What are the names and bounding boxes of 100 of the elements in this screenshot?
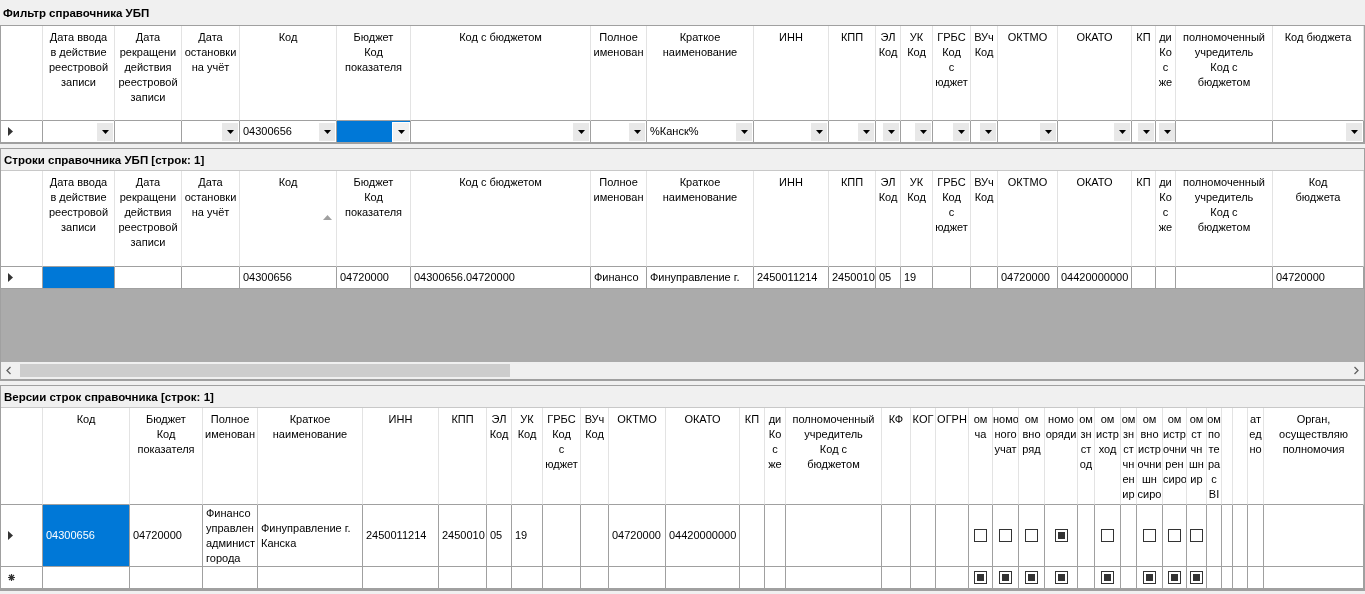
column-header[interactable]: Бюджет Код показателя: [337, 171, 411, 267]
column-header[interactable]: ИНН: [754, 171, 829, 267]
checkbox[interactable]: [1025, 571, 1038, 584]
checkbox[interactable]: [1190, 529, 1203, 542]
column-header[interactable]: ИНН: [754, 26, 829, 121]
row-header[interactable]: [1, 567, 43, 589]
column-header[interactable]: ОКАТО: [666, 408, 740, 505]
table-cell: 04720000: [1273, 267, 1364, 289]
column-header[interactable]: Код бюджета: [1273, 171, 1364, 267]
column-header[interactable]: Краткое наименование: [647, 26, 754, 121]
column-header[interactable]: ом по те ра с ВІ: [1207, 408, 1222, 505]
column-header[interactable]: ди Ко с же: [765, 408, 786, 505]
column-header[interactable]: КФ: [882, 408, 911, 505]
column-header[interactable]: ди Ко с же: [1156, 171, 1176, 267]
column-header[interactable]: Код с бюджетом: [411, 171, 591, 267]
column-header[interactable]: ом истр ход: [1095, 408, 1121, 505]
column-header[interactable]: ОКАТО: [1058, 26, 1132, 121]
column-header[interactable]: Орган, осуществляю полномочия: [1264, 408, 1364, 505]
column-header[interactable]: ом ча: [969, 408, 993, 505]
column-header[interactable]: полномоченный учредитель Код с бюджетом: [1176, 26, 1273, 121]
column-header[interactable]: Бюджет Код показателя: [130, 408, 203, 505]
column-header[interactable]: ГРБС Код с юджет: [933, 26, 971, 121]
scrollbar-thumb[interactable]: [20, 364, 510, 377]
checkbox[interactable]: [1168, 571, 1181, 584]
column-header[interactable]: ВУч Код: [581, 408, 609, 505]
column-header[interactable]: УК Код: [901, 26, 933, 121]
column-header[interactable]: Дата остановки на учёт: [182, 171, 240, 267]
column-header[interactable]: УК Код: [512, 408, 543, 505]
column-header[interactable]: ОКТМО: [609, 408, 666, 505]
column-header[interactable]: ом вно истр очни шн сиро: [1137, 408, 1163, 505]
checkbox[interactable]: [1143, 571, 1156, 584]
filter-dropdown[interactable]: [971, 121, 998, 143]
column-header[interactable]: Дата ввода в действие реестровой записи: [43, 171, 115, 267]
checkbox[interactable]: [999, 571, 1012, 584]
column-header[interactable]: Краткое наименование: [647, 171, 754, 267]
column-header[interactable]: ат ед но: [1248, 408, 1264, 505]
checkbox[interactable]: [974, 529, 987, 542]
column-header[interactable]: КОГ: [911, 408, 936, 505]
column-header[interactable]: Код с бюджетом: [411, 26, 591, 121]
column-header[interactable]: ГРБС Код с юджет: [933, 171, 971, 267]
filter-dropdown[interactable]: [1156, 121, 1176, 143]
column-header[interactable]: КПП: [439, 408, 487, 505]
checkbox[interactable]: [1143, 529, 1156, 542]
checkbox[interactable]: [1054, 571, 1068, 584]
column-header[interactable]: Код: [240, 171, 337, 267]
column-header[interactable]: ЭЛ Код: [876, 171, 901, 267]
column-header[interactable]: ИНН: [363, 408, 439, 505]
row-header[interactable]: [1, 267, 43, 289]
checkbox[interactable]: [1101, 571, 1114, 584]
column-header[interactable]: номо ного учат: [993, 408, 1019, 505]
column-header[interactable]: Краткое наименование: [258, 408, 363, 505]
column-header[interactable]: Дата рекращени действия реестровой записи: [115, 26, 182, 121]
column-header[interactable]: КП: [1132, 26, 1156, 121]
checkbox[interactable]: [974, 571, 987, 584]
column-header[interactable]: КПП: [829, 26, 876, 121]
checkbox[interactable]: [1054, 529, 1068, 542]
column-header[interactable]: Дата ввода в действие реестровой записи: [43, 26, 115, 121]
column-header[interactable]: ВУч Код: [971, 26, 998, 121]
column-header[interactable]: Полное именован: [591, 171, 647, 267]
column-header[interactable]: Полное именован: [203, 408, 258, 505]
horizontal-scrollbar[interactable]: [1, 362, 1364, 379]
column-header[interactable]: полномоченный учредитель Код с бюджетом: [786, 408, 882, 505]
column-header[interactable]: номо оряди: [1045, 408, 1078, 505]
checkbox[interactable]: [1101, 529, 1114, 542]
column-header[interactable]: КП: [1132, 171, 1156, 267]
checkbox[interactable]: [999, 529, 1012, 542]
checkbox[interactable]: [1025, 529, 1038, 542]
column-header[interactable]: ЭЛ Код: [487, 408, 512, 505]
column-header[interactable]: ОКАТО: [1058, 171, 1132, 267]
column-header[interactable]: КП: [740, 408, 765, 505]
column-header[interactable]: ом вно ряд: [1019, 408, 1045, 505]
column-header[interactable]: Код бюджета: [1273, 26, 1364, 121]
column-header[interactable]: ом истр очни рен сиро: [1163, 408, 1187, 505]
filter-dropdown[interactable]: %Канск%: [647, 121, 754, 143]
column-header[interactable]: ом зн ст од: [1078, 408, 1095, 505]
column-header[interactable]: Бюджет Код показателя: [337, 26, 411, 121]
column-header[interactable]: полномоченный учредитель Код с бюджетом: [1176, 171, 1273, 267]
column-header[interactable]: ом ст чн шн ир: [1187, 408, 1207, 505]
checkbox[interactable]: [1190, 571, 1203, 584]
column-header[interactable]: ЭЛ Код: [876, 26, 901, 121]
column-header[interactable]: Код: [240, 26, 337, 121]
column-header[interactable]: ОГРН: [936, 408, 969, 505]
checkbox[interactable]: [1168, 529, 1181, 542]
column-header[interactable]: ГРБС Код с юджет: [543, 408, 581, 505]
column-header[interactable]: Код: [43, 408, 130, 505]
column-header[interactable]: ОКТМО: [998, 171, 1058, 267]
row-header[interactable]: [1, 121, 43, 143]
filter-dropdown[interactable]: [1132, 121, 1156, 143]
column-header[interactable]: ВУч Код: [971, 171, 998, 267]
column-header[interactable]: Дата остановки на учёт: [182, 26, 240, 121]
column-header[interactable]: ом зн ст чн ен ир: [1121, 408, 1137, 505]
column-header[interactable]: Полное именован: [591, 26, 647, 121]
column-header[interactable]: Дата рекращени действия реестровой записи: [115, 171, 182, 267]
column-header[interactable]: ди Ко с же: [1156, 26, 1176, 121]
filter-dropdown[interactable]: [876, 121, 901, 143]
column-header[interactable]: КПП: [829, 171, 876, 267]
column-header[interactable]: ОКТМО: [998, 26, 1058, 121]
column-header[interactable]: УК Код: [901, 171, 933, 267]
filter-dropdown[interactable]: [901, 121, 933, 143]
filter-dropdown[interactable]: 04300656: [240, 121, 337, 143]
